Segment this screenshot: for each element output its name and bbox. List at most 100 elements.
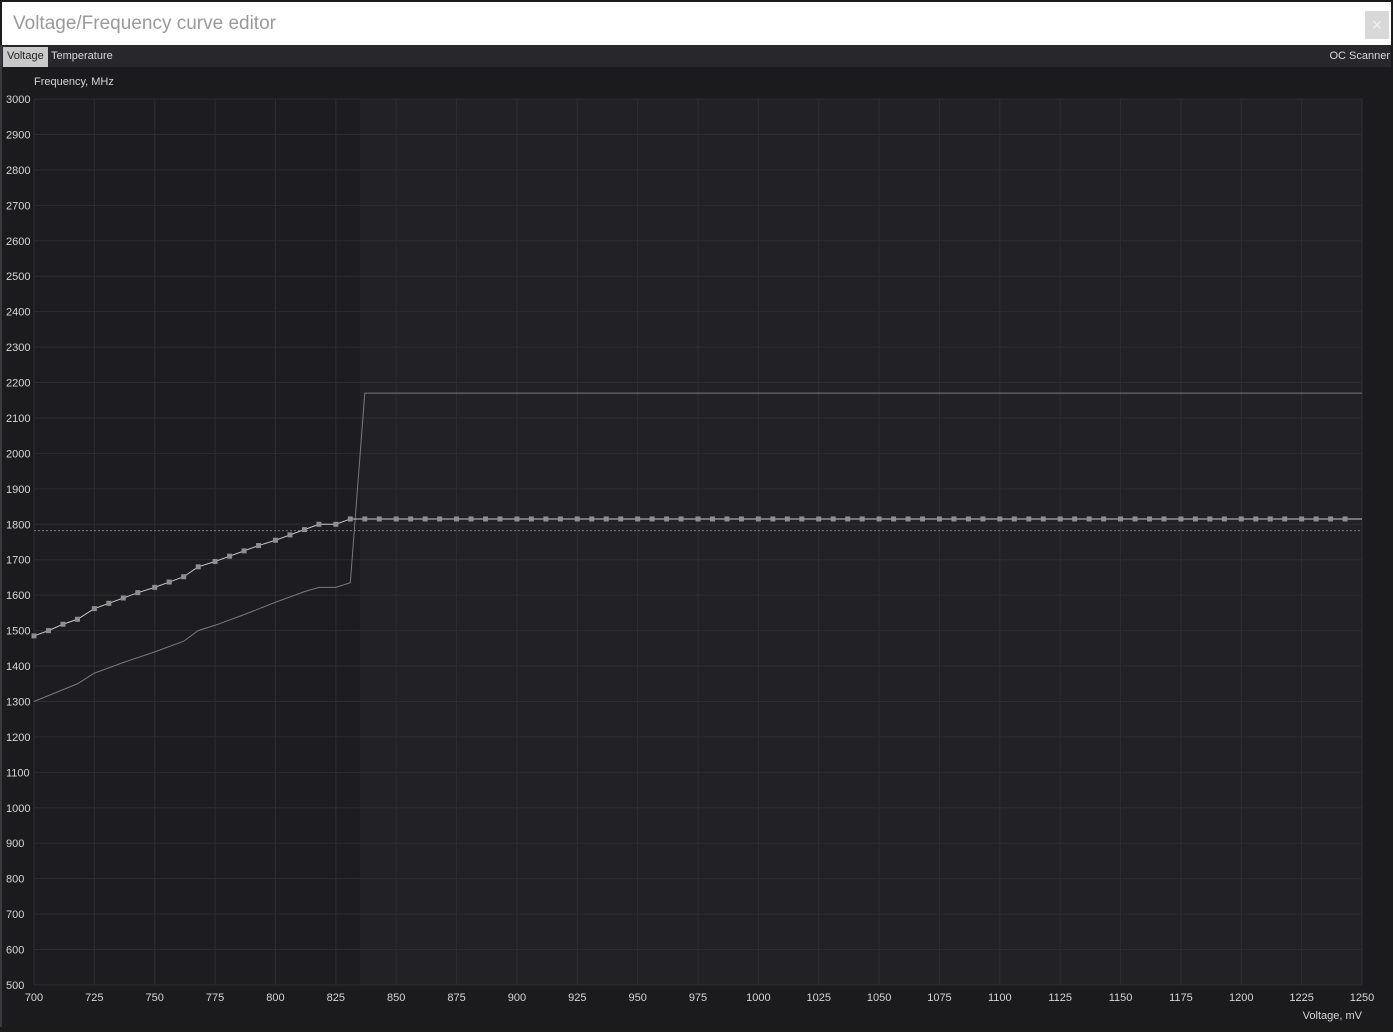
curve-point[interactable] <box>60 621 66 627</box>
curve-point[interactable] <box>45 628 51 634</box>
curve-point[interactable] <box>589 516 595 522</box>
x-axis-label: Voltage, mV <box>1303 1010 1363 1022</box>
curve-point[interactable] <box>603 516 609 522</box>
curve-point[interactable] <box>1040 516 1046 522</box>
curve-point[interactable] <box>709 516 715 522</box>
curve-point[interactable] <box>316 521 322 527</box>
curve-point[interactable] <box>876 516 882 522</box>
curve-point[interactable] <box>1207 516 1213 522</box>
curve-point[interactable] <box>528 516 534 522</box>
y-tick-label: 2800 <box>6 165 30 177</box>
curve-point[interactable] <box>287 532 293 538</box>
curve-point[interactable] <box>1132 516 1138 522</box>
curve-point[interactable] <box>1086 516 1092 522</box>
curve-point[interactable] <box>799 516 805 522</box>
curve-point[interactable] <box>1328 516 1334 522</box>
curve-point[interactable] <box>574 516 580 522</box>
curve-point[interactable] <box>1192 516 1198 522</box>
curve-point[interactable] <box>152 584 158 590</box>
curve-point[interactable] <box>408 516 414 522</box>
curve-point[interactable] <box>212 558 218 564</box>
curve-point[interactable] <box>166 579 172 585</box>
curve-point[interactable] <box>951 516 957 522</box>
y-tick-label: 2600 <box>6 236 30 248</box>
curve-point[interactable] <box>1253 516 1259 522</box>
curve-point[interactable] <box>965 516 971 522</box>
x-tick-label: 1125 <box>1048 992 1072 1004</box>
curve-point[interactable] <box>135 590 141 596</box>
curve-point[interactable] <box>195 564 201 570</box>
curve-point[interactable] <box>468 516 474 522</box>
curve-point[interactable] <box>770 516 776 522</box>
curve-point[interactable] <box>845 516 851 522</box>
curve-point[interactable] <box>120 595 126 601</box>
tab-temperature[interactable]: Temperature <box>47 47 117 67</box>
curve-point[interactable] <box>272 537 278 543</box>
curve-point[interactable] <box>301 527 307 533</box>
curve-point[interactable] <box>891 516 897 522</box>
curve-point[interactable] <box>1011 516 1017 522</box>
curve-point[interactable] <box>695 516 701 522</box>
curve-point[interactable] <box>1342 516 1348 522</box>
curve-point[interactable] <box>618 516 624 522</box>
close-button[interactable]: × <box>1365 11 1389 39</box>
chart-canvas[interactable]: Frequency, MHz Voltage, mV 3000 2900 2800 270… <box>0 67 1393 1027</box>
curve-point[interactable] <box>1026 516 1032 522</box>
curve-point[interactable] <box>936 516 942 522</box>
curve-point[interactable] <box>1057 516 1063 522</box>
curve-point[interactable] <box>997 516 1003 522</box>
oc-scanner-button[interactable]: OC Scanner <box>1329 47 1390 67</box>
curve-point[interactable] <box>1161 516 1167 522</box>
curve-point[interactable] <box>1072 516 1078 522</box>
curve-point[interactable] <box>724 516 730 522</box>
curve-point[interactable] <box>557 516 563 522</box>
curve-point[interactable] <box>333 521 339 527</box>
curve-point[interactable] <box>980 516 986 522</box>
curve-point[interactable] <box>1147 516 1153 522</box>
curve-point[interactable] <box>738 516 744 522</box>
curve-point[interactable] <box>256 543 262 549</box>
curve-point[interactable] <box>1118 516 1124 522</box>
curve-point[interactable] <box>635 516 641 522</box>
vf-curve-chart[interactable]: Frequency, MHz Voltage, mV 3000 2900 2800 270… <box>0 67 1393 1027</box>
curve-point[interactable] <box>678 516 684 522</box>
tab-voltage[interactable]: Voltage <box>3 47 48 67</box>
curve-point[interactable] <box>1282 516 1288 522</box>
curve-point[interactable] <box>664 516 670 522</box>
y-tick-label: 2500 <box>6 271 30 283</box>
curve-point[interactable] <box>437 516 443 522</box>
curve-point[interactable] <box>106 600 112 606</box>
curve-point[interactable] <box>393 516 399 522</box>
curve-point[interactable] <box>362 516 368 522</box>
curve-point[interactable] <box>1299 516 1305 522</box>
curve-point[interactable] <box>497 516 503 522</box>
curve-point[interactable] <box>454 516 460 522</box>
curve-point[interactable] <box>859 516 865 522</box>
curve-point[interactable] <box>91 606 97 612</box>
curve-point[interactable] <box>649 516 655 522</box>
curve-point[interactable] <box>905 516 911 522</box>
curve-point[interactable] <box>181 574 187 580</box>
curve-point[interactable] <box>920 516 926 522</box>
curve-point[interactable] <box>1267 516 1273 522</box>
curve-point[interactable] <box>74 616 80 622</box>
curve-point[interactable] <box>241 548 247 554</box>
curve-point[interactable] <box>830 516 836 522</box>
curve-point[interactable] <box>1101 516 1107 522</box>
curve-point[interactable] <box>31 633 37 639</box>
curve-point[interactable] <box>816 516 822 522</box>
window-title: Voltage/Frequency curve editor <box>13 13 276 34</box>
curve-point[interactable] <box>543 516 549 522</box>
curve-point[interactable] <box>1238 516 1244 522</box>
curve-point[interactable] <box>1178 516 1184 522</box>
curve-point[interactable] <box>227 553 233 559</box>
curve-point[interactable] <box>514 516 520 522</box>
curve-point[interactable] <box>784 516 790 522</box>
curve-point[interactable] <box>376 516 382 522</box>
curve-point[interactable] <box>755 516 761 522</box>
curve-point[interactable] <box>483 516 489 522</box>
curve-point[interactable] <box>1221 516 1227 522</box>
curve-point[interactable] <box>347 516 353 522</box>
curve-point[interactable] <box>422 516 428 522</box>
curve-point[interactable] <box>1313 516 1319 522</box>
